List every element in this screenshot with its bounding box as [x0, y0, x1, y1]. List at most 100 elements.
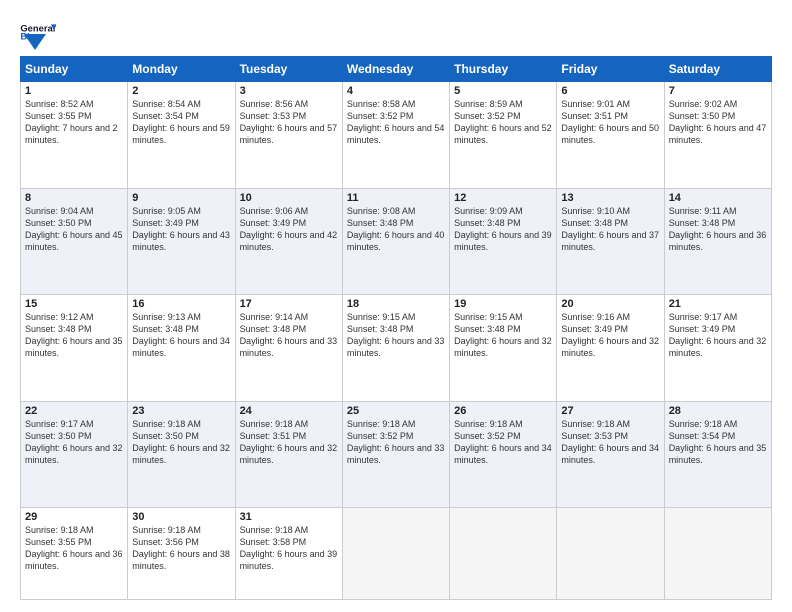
table-row: 14Sunrise: 9:11 AMSunset: 3:48 PMDayligh… [664, 188, 771, 295]
table-row: 5Sunrise: 8:59 AMSunset: 3:52 PMDaylight… [450, 82, 557, 189]
day-number: 26 [454, 405, 552, 417]
table-row: 12Sunrise: 9:09 AMSunset: 3:48 PMDayligh… [450, 188, 557, 295]
day-number: 27 [561, 405, 659, 417]
day-number: 6 [561, 85, 659, 97]
day-number: 21 [669, 298, 767, 310]
weekday-header-monday: Monday [128, 57, 235, 82]
table-row: 22Sunrise: 9:17 AMSunset: 3:50 PMDayligh… [21, 401, 128, 508]
cell-info: Sunrise: 9:18 AMSunset: 3:53 PMDaylight:… [561, 418, 659, 467]
table-row: 18Sunrise: 9:15 AMSunset: 3:48 PMDayligh… [342, 295, 449, 402]
day-number: 30 [132, 511, 230, 523]
table-row: 2Sunrise: 8:54 AMSunset: 3:54 PMDaylight… [128, 82, 235, 189]
day-number: 31 [240, 511, 338, 523]
cell-info: Sunrise: 9:14 AMSunset: 3:48 PMDaylight:… [240, 311, 338, 360]
table-row: 24Sunrise: 9:18 AMSunset: 3:51 PMDayligh… [235, 401, 342, 508]
weekday-header-tuesday: Tuesday [235, 57, 342, 82]
cell-info: Sunrise: 9:10 AMSunset: 3:48 PMDaylight:… [561, 205, 659, 254]
day-number: 8 [25, 192, 123, 204]
table-row [342, 508, 449, 600]
page-header: General Blue [20, 18, 772, 46]
table-row [557, 508, 664, 600]
table-row: 13Sunrise: 9:10 AMSunset: 3:48 PMDayligh… [557, 188, 664, 295]
cell-info: Sunrise: 9:18 AMSunset: 3:52 PMDaylight:… [347, 418, 445, 467]
cell-info: Sunrise: 8:52 AMSunset: 3:55 PMDaylight:… [25, 98, 123, 147]
cell-info: Sunrise: 9:18 AMSunset: 3:52 PMDaylight:… [454, 418, 552, 467]
day-number: 18 [347, 298, 445, 310]
cell-info: Sunrise: 8:54 AMSunset: 3:54 PMDaylight:… [132, 98, 230, 147]
table-row: 28Sunrise: 9:18 AMSunset: 3:54 PMDayligh… [664, 401, 771, 508]
day-number: 1 [25, 85, 123, 97]
table-row [450, 508, 557, 600]
cell-info: Sunrise: 9:06 AMSunset: 3:49 PMDaylight:… [240, 205, 338, 254]
table-row: 21Sunrise: 9:17 AMSunset: 3:49 PMDayligh… [664, 295, 771, 402]
table-row: 30Sunrise: 9:18 AMSunset: 3:56 PMDayligh… [128, 508, 235, 600]
table-row: 25Sunrise: 9:18 AMSunset: 3:52 PMDayligh… [342, 401, 449, 508]
cell-info: Sunrise: 9:18 AMSunset: 3:50 PMDaylight:… [132, 418, 230, 467]
table-row: 9Sunrise: 9:05 AMSunset: 3:49 PMDaylight… [128, 188, 235, 295]
day-number: 24 [240, 405, 338, 417]
table-row: 11Sunrise: 9:08 AMSunset: 3:48 PMDayligh… [342, 188, 449, 295]
table-row: 26Sunrise: 9:18 AMSunset: 3:52 PMDayligh… [450, 401, 557, 508]
day-number: 9 [132, 192, 230, 204]
calendar-week-4: 22Sunrise: 9:17 AMSunset: 3:50 PMDayligh… [21, 401, 772, 508]
day-number: 5 [454, 85, 552, 97]
day-number: 15 [25, 298, 123, 310]
day-number: 29 [25, 511, 123, 523]
cell-info: Sunrise: 9:04 AMSunset: 3:50 PMDaylight:… [25, 205, 123, 254]
table-row: 15Sunrise: 9:12 AMSunset: 3:48 PMDayligh… [21, 295, 128, 402]
day-number: 14 [669, 192, 767, 204]
table-row: 31Sunrise: 9:18 AMSunset: 3:58 PMDayligh… [235, 508, 342, 600]
day-number: 25 [347, 405, 445, 417]
cell-info: Sunrise: 9:15 AMSunset: 3:48 PMDaylight:… [454, 311, 552, 360]
calendar-week-1: 1Sunrise: 8:52 AMSunset: 3:55 PMDaylight… [21, 82, 772, 189]
table-row: 6Sunrise: 9:01 AMSunset: 3:51 PMDaylight… [557, 82, 664, 189]
cell-info: Sunrise: 9:02 AMSunset: 3:50 PMDaylight:… [669, 98, 767, 147]
day-number: 17 [240, 298, 338, 310]
cell-info: Sunrise: 9:08 AMSunset: 3:48 PMDaylight:… [347, 205, 445, 254]
day-number: 2 [132, 85, 230, 97]
cell-info: Sunrise: 9:18 AMSunset: 3:54 PMDaylight:… [669, 418, 767, 467]
day-number: 16 [132, 298, 230, 310]
weekday-header-thursday: Thursday [450, 57, 557, 82]
calendar-table: SundayMondayTuesdayWednesdayThursdayFrid… [20, 56, 772, 600]
logo: General Blue [20, 22, 56, 46]
day-number: 22 [25, 405, 123, 417]
day-number: 4 [347, 85, 445, 97]
weekday-header-sunday: Sunday [21, 57, 128, 82]
day-number: 10 [240, 192, 338, 204]
day-number: 20 [561, 298, 659, 310]
table-row: 8Sunrise: 9:04 AMSunset: 3:50 PMDaylight… [21, 188, 128, 295]
cell-info: Sunrise: 9:17 AMSunset: 3:49 PMDaylight:… [669, 311, 767, 360]
table-row: 29Sunrise: 9:18 AMSunset: 3:55 PMDayligh… [21, 508, 128, 600]
weekday-header-friday: Friday [557, 57, 664, 82]
cell-info: Sunrise: 9:05 AMSunset: 3:49 PMDaylight:… [132, 205, 230, 254]
table-row: 10Sunrise: 9:06 AMSunset: 3:49 PMDayligh… [235, 188, 342, 295]
day-number: 11 [347, 192, 445, 204]
day-number: 13 [561, 192, 659, 204]
cell-info: Sunrise: 8:59 AMSunset: 3:52 PMDaylight:… [454, 98, 552, 147]
day-number: 7 [669, 85, 767, 97]
logo-arrow-icon [24, 34, 46, 50]
cell-info: Sunrise: 9:13 AMSunset: 3:48 PMDaylight:… [132, 311, 230, 360]
day-number: 3 [240, 85, 338, 97]
calendar-header-row: SundayMondayTuesdayWednesdayThursdayFrid… [21, 57, 772, 82]
cell-info: Sunrise: 8:56 AMSunset: 3:53 PMDaylight:… [240, 98, 338, 147]
cell-info: Sunrise: 9:09 AMSunset: 3:48 PMDaylight:… [454, 205, 552, 254]
weekday-header-saturday: Saturday [664, 57, 771, 82]
cell-info: Sunrise: 9:15 AMSunset: 3:48 PMDaylight:… [347, 311, 445, 360]
weekday-header-wednesday: Wednesday [342, 57, 449, 82]
calendar-week-5: 29Sunrise: 9:18 AMSunset: 3:55 PMDayligh… [21, 508, 772, 600]
cell-info: Sunrise: 9:01 AMSunset: 3:51 PMDaylight:… [561, 98, 659, 147]
day-number: 12 [454, 192, 552, 204]
cell-info: Sunrise: 9:11 AMSunset: 3:48 PMDaylight:… [669, 205, 767, 254]
table-row: 1Sunrise: 8:52 AMSunset: 3:55 PMDaylight… [21, 82, 128, 189]
cell-info: Sunrise: 9:16 AMSunset: 3:49 PMDaylight:… [561, 311, 659, 360]
cell-info: Sunrise: 9:18 AMSunset: 3:55 PMDaylight:… [25, 524, 123, 573]
cell-info: Sunrise: 9:17 AMSunset: 3:50 PMDaylight:… [25, 418, 123, 467]
table-row: 20Sunrise: 9:16 AMSunset: 3:49 PMDayligh… [557, 295, 664, 402]
cell-info: Sunrise: 9:18 AMSunset: 3:51 PMDaylight:… [240, 418, 338, 467]
table-row: 27Sunrise: 9:18 AMSunset: 3:53 PMDayligh… [557, 401, 664, 508]
day-number: 28 [669, 405, 767, 417]
calendar-week-3: 15Sunrise: 9:12 AMSunset: 3:48 PMDayligh… [21, 295, 772, 402]
calendar-week-2: 8Sunrise: 9:04 AMSunset: 3:50 PMDaylight… [21, 188, 772, 295]
